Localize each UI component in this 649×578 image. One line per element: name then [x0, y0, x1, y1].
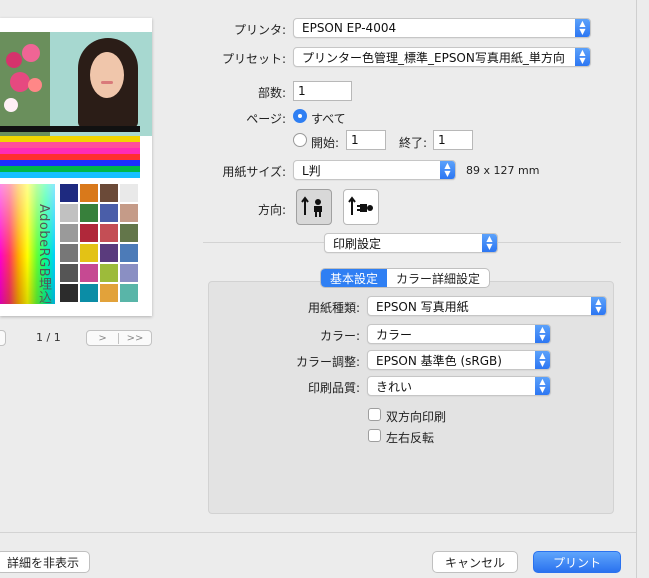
media-type-label: 用紙種類:: [307, 301, 360, 315]
orientation-portrait-button[interactable]: [296, 189, 332, 225]
bidirectional-label: 双方向印刷: [386, 410, 447, 424]
color-value: カラー: [376, 327, 413, 342]
color-popup[interactable]: カラー ▲ ▼: [367, 324, 551, 344]
pages-from-label: 開始:: [311, 136, 340, 150]
preview-first-button[interactable]: [0, 330, 6, 346]
preview-flowers: [0, 32, 50, 136]
paper-dimensions: 89 x 127 mm: [466, 164, 540, 177]
orientation-landscape-button[interactable]: [343, 189, 379, 225]
paper-size-popup[interactable]: L判 ▲ ▼: [293, 160, 456, 180]
print-preview: AdobeRGB埋込: [0, 18, 152, 316]
portrait-person-icon: [301, 196, 322, 217]
printer-value: EPSON EP-4004: [302, 21, 397, 35]
updown-arrows-icon: ▲ ▼: [535, 377, 550, 395]
preset-label: プリセット:: [221, 52, 286, 66]
updown-arrows-icon: ▲ ▼: [575, 48, 590, 66]
updown-arrows-icon: ▲ ▼: [482, 234, 497, 252]
tab-color-settings[interactable]: カラー詳細設定: [387, 269, 489, 287]
quality-popup[interactable]: きれい ▲ ▼: [367, 376, 551, 396]
pages-all-label: すべて: [311, 112, 346, 126]
landscape-person-icon: [348, 196, 373, 215]
section-popup[interactable]: 印刷設定 ▲ ▼: [324, 233, 498, 253]
mirror-checkbox[interactable]: [368, 429, 381, 442]
color-label: カラー:: [319, 329, 360, 343]
copies-label: 部数:: [257, 86, 286, 100]
preset-popup[interactable]: プリンター色管理_標準_EPSON写真用紙_単方向 ▲ ▼: [293, 47, 591, 67]
updown-arrows-icon: ▲ ▼: [591, 297, 606, 315]
preview-nav-buttons[interactable]: > >>: [86, 330, 152, 346]
media-type-value: EPSON 写真用紙: [376, 299, 469, 314]
pages-to-field[interactable]: 1: [433, 130, 473, 150]
updown-arrows-icon: ▲ ▼: [535, 325, 550, 343]
pages-label: ページ:: [246, 112, 286, 126]
updown-arrows-icon: ▲ ▼: [440, 161, 455, 179]
orientation-label: 方向:: [257, 203, 286, 217]
copies-field[interactable]: 1: [293, 81, 352, 101]
preset-value: プリンター色管理_標準_EPSON写真用紙_単方向: [302, 50, 565, 65]
tab-basic-settings[interactable]: 基本設定: [321, 269, 388, 287]
paper-size-value: L判: [302, 163, 321, 178]
pages-range-radio[interactable]: [293, 133, 307, 147]
page-count: 1 / 1: [36, 331, 61, 344]
hide-details-button[interactable]: 詳細を非表示: [0, 551, 90, 573]
media-type-popup[interactable]: EPSON 写真用紙 ▲ ▼: [367, 296, 607, 316]
quality-label: 印刷品質:: [307, 381, 360, 395]
color-adjust-value: EPSON 基準色 (sRGB): [376, 353, 502, 368]
color-adjust-label: カラー調整:: [295, 355, 360, 369]
section-popup-value: 印刷設定: [333, 236, 382, 251]
settings-tabs: 基本設定 カラー詳細設定: [320, 268, 491, 288]
updown-arrows-icon: ▲ ▼: [575, 19, 590, 37]
cancel-button[interactable]: キャンセル: [432, 551, 518, 573]
printer-label: プリンタ:: [233, 23, 286, 37]
bidirectional-checkbox[interactable]: [368, 408, 381, 421]
footer-divider: [0, 532, 636, 533]
mirror-label: 左右反転: [386, 431, 435, 445]
paper-size-label: 用紙サイズ:: [222, 165, 286, 179]
pages-all-radio[interactable]: [293, 109, 307, 123]
preview-watermark: AdobeRGB埋込: [36, 204, 51, 305]
print-button[interactable]: プリント: [533, 551, 621, 573]
quality-value: きれい: [376, 379, 413, 394]
updown-arrows-icon: ▲ ▼: [535, 351, 550, 369]
preview-swatch-grid: [60, 184, 138, 302]
pages-from-field[interactable]: 1: [346, 130, 386, 150]
chevron-right-icon[interactable]: >: [87, 332, 120, 344]
printer-popup[interactable]: EPSON EP-4004 ▲ ▼: [293, 18, 591, 38]
pages-to-label: 終了:: [399, 136, 428, 150]
color-adjust-popup[interactable]: EPSON 基準色 (sRGB) ▲ ▼: [367, 350, 551, 370]
double-chevron-right-icon[interactable]: >>: [119, 333, 151, 344]
